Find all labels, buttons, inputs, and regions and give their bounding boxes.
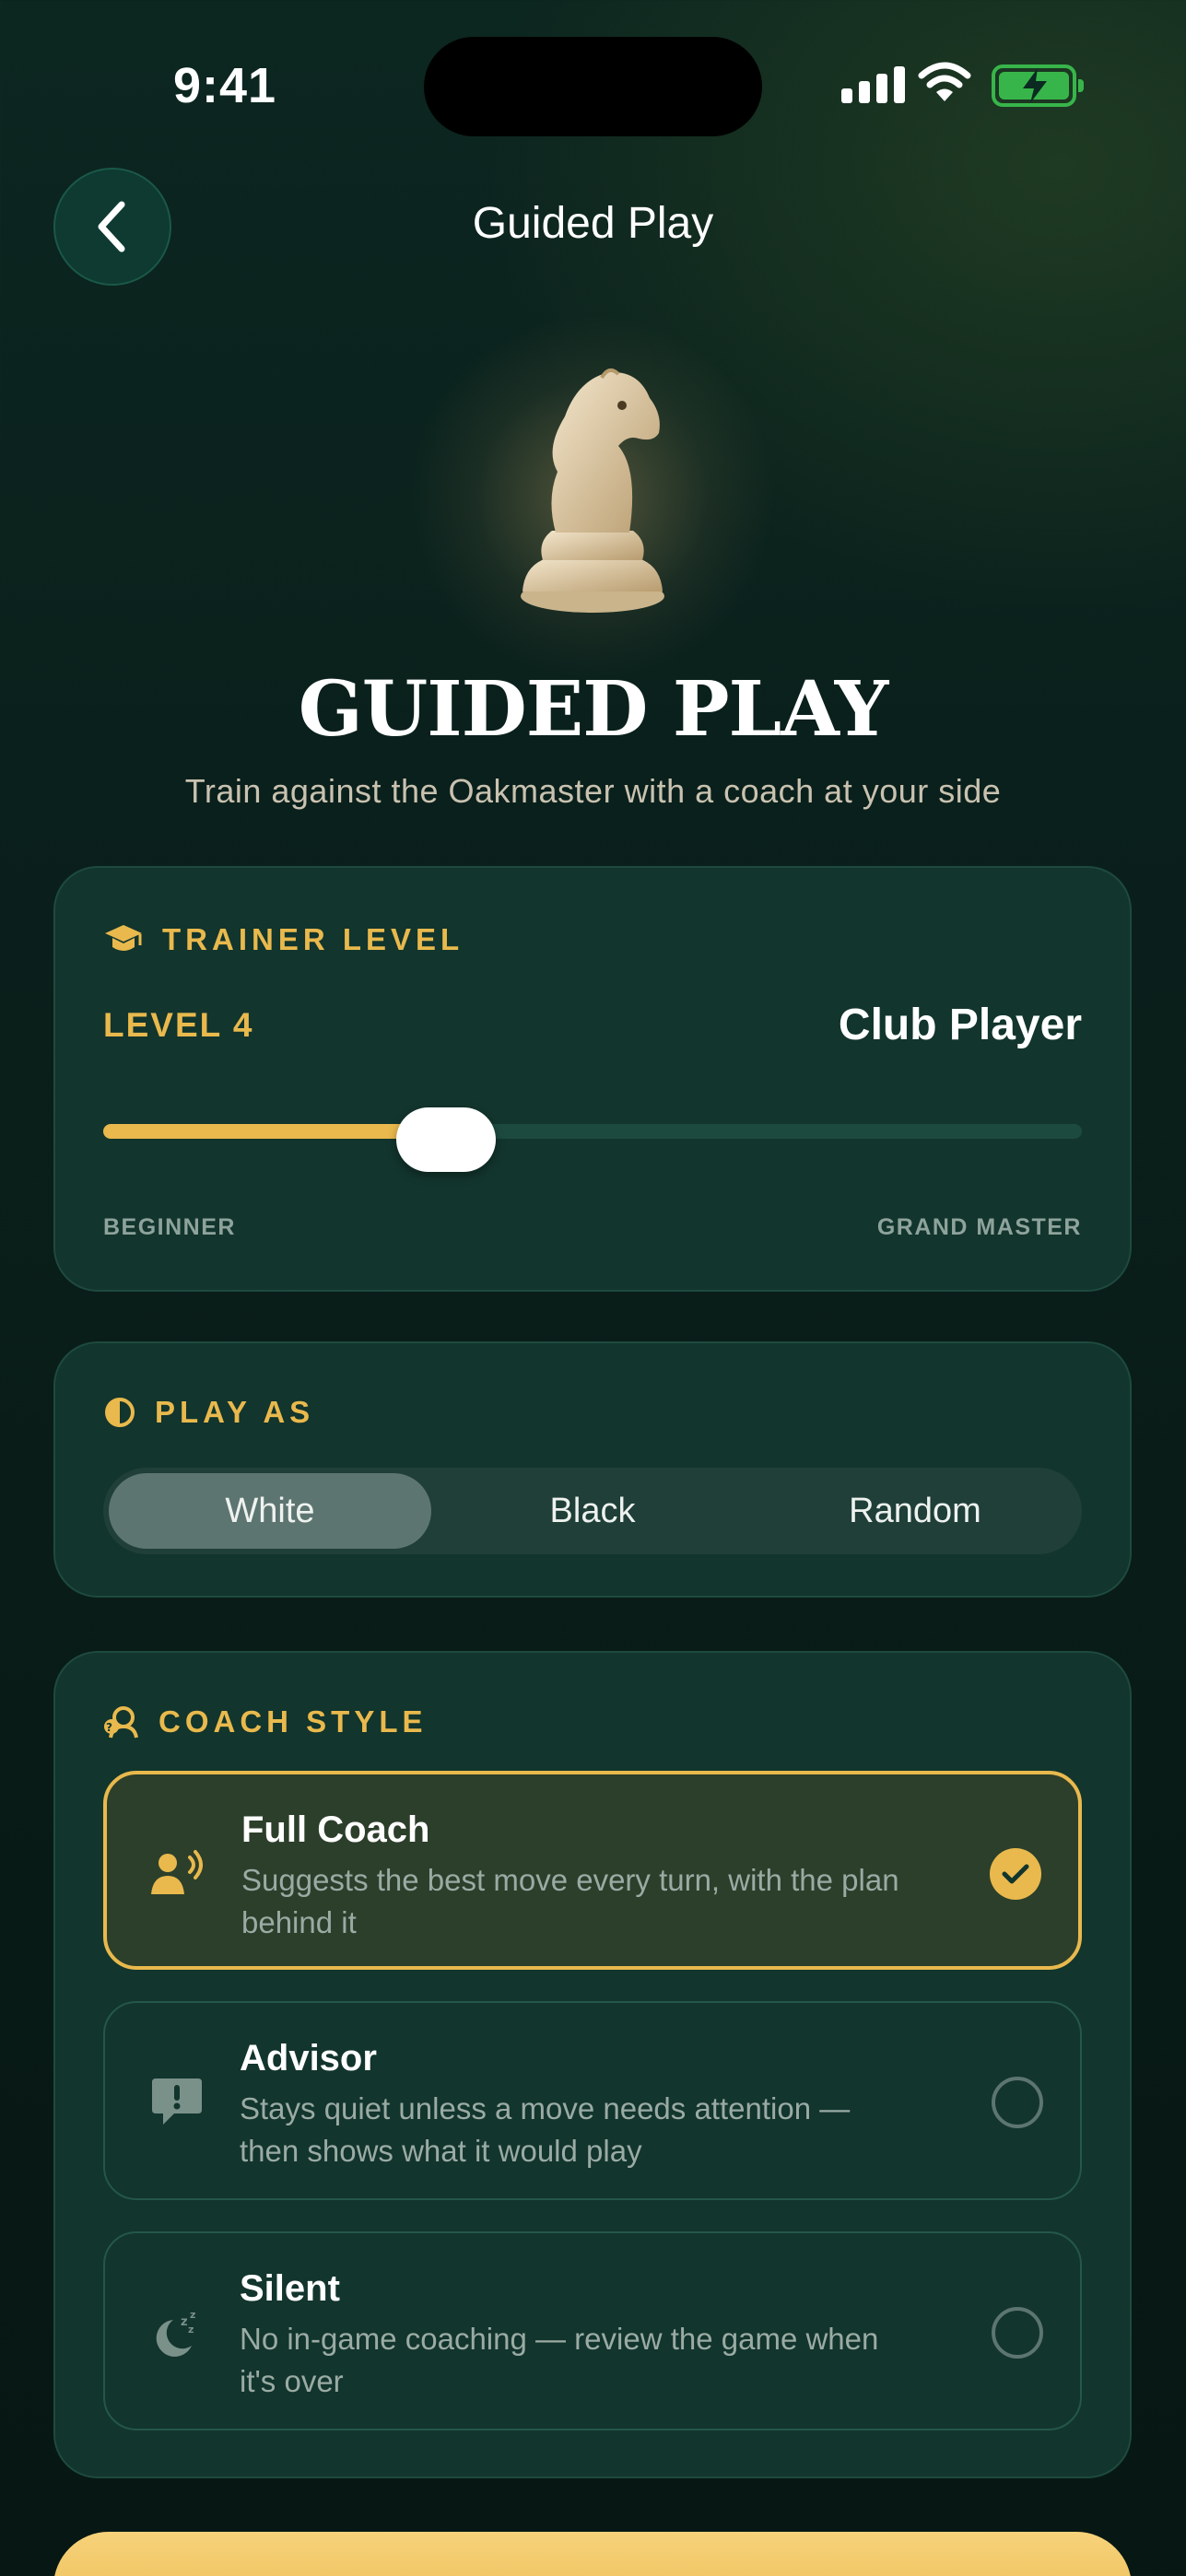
wifi-icon xyxy=(918,62,971,101)
coach-person-icon: ? xyxy=(104,1706,138,1739)
segment-random[interactable]: Random xyxy=(754,1473,1076,1549)
option-title: Advisor xyxy=(240,2038,377,2078)
moon-sleep-icon: z z z xyxy=(144,2300,210,2366)
coach-option-advisor[interactable]: Advisor Stays quiet unless a move needs … xyxy=(103,2001,1082,2200)
graduation-cap-icon xyxy=(105,925,142,951)
segment-black[interactable]: Black xyxy=(431,1473,754,1549)
svg-text:?: ? xyxy=(106,1721,117,1734)
coach-option-full-coach[interactable]: Full Coach Suggests the best move every … xyxy=(103,1771,1082,1970)
hero-title: GUIDED PLAY xyxy=(298,665,889,754)
half-circle-icon xyxy=(105,1398,135,1427)
alert-bubble-icon xyxy=(144,2069,210,2136)
radio-unchecked[interactable] xyxy=(992,2077,1043,2128)
level-name: Club Player xyxy=(838,1001,1082,1049)
coach-style-header: ? COACH STYLE xyxy=(103,1704,428,1739)
dynamic-island xyxy=(424,37,762,136)
level-slider-fill xyxy=(103,1124,446,1139)
svg-text:z: z xyxy=(190,2309,195,2321)
battery-charging-icon xyxy=(992,64,1084,107)
trainer-level-heading: TRAINER LEVEL xyxy=(162,922,464,956)
svg-text:z: z xyxy=(181,2315,188,2329)
segment-white[interactable]: White xyxy=(109,1473,431,1549)
start-game-button[interactable] xyxy=(53,2532,1132,2576)
cellular-signal-icon xyxy=(841,66,905,103)
coach-style-card: ? COACH STYLE Full Coach Suggests the be… xyxy=(53,1651,1132,2478)
option-description: Suggests the best move every turn, with … xyxy=(241,1863,899,1939)
level-slider-thumb[interactable] xyxy=(395,1107,496,1172)
range-min-label: BEGINNER xyxy=(103,1214,236,1240)
option-title: Silent xyxy=(240,2268,340,2309)
speaking-person-icon xyxy=(146,1841,212,1907)
chess-knight-icon xyxy=(521,368,664,613)
play-as-heading: PLAY AS xyxy=(155,1395,315,1429)
option-description: No in-game coaching — review the game wh… xyxy=(240,2322,879,2398)
level-number: LEVEL 4 xyxy=(103,1006,254,1044)
radio-unchecked[interactable] xyxy=(992,2307,1043,2359)
nav-title: Guided Play xyxy=(472,199,714,248)
option-description: Stays quiet unless a move needs attentio… xyxy=(240,2091,851,2168)
trainer-level-card: TRAINER LEVEL LEVEL 4 Club Player BEGINN… xyxy=(53,866,1132,1292)
play-as-card: PLAY AS White Black Random xyxy=(53,1341,1132,1598)
level-slider[interactable] xyxy=(103,1107,1082,1172)
status-time: 9:41 xyxy=(173,58,277,113)
play-as-header: PLAY AS xyxy=(103,1395,314,1430)
play-as-segmented-control: White Black Random xyxy=(103,1468,1082,1554)
coach-style-heading: COACH STYLE xyxy=(159,1704,428,1739)
trainer-level-header: TRAINER LEVEL xyxy=(103,921,464,958)
svg-text:z: z xyxy=(188,2324,194,2336)
radio-checked[interactable] xyxy=(990,1848,1041,1900)
coach-option-silent[interactable]: z z z Silent No in-game coaching — revie… xyxy=(103,2231,1082,2430)
range-max-label: GRAND MASTER xyxy=(876,1214,1082,1240)
hero-subtitle: Train against the Oakmaster with a coach… xyxy=(184,772,1002,810)
option-title: Full Coach xyxy=(241,1809,430,1850)
checkmark-icon xyxy=(1002,1864,1029,1884)
